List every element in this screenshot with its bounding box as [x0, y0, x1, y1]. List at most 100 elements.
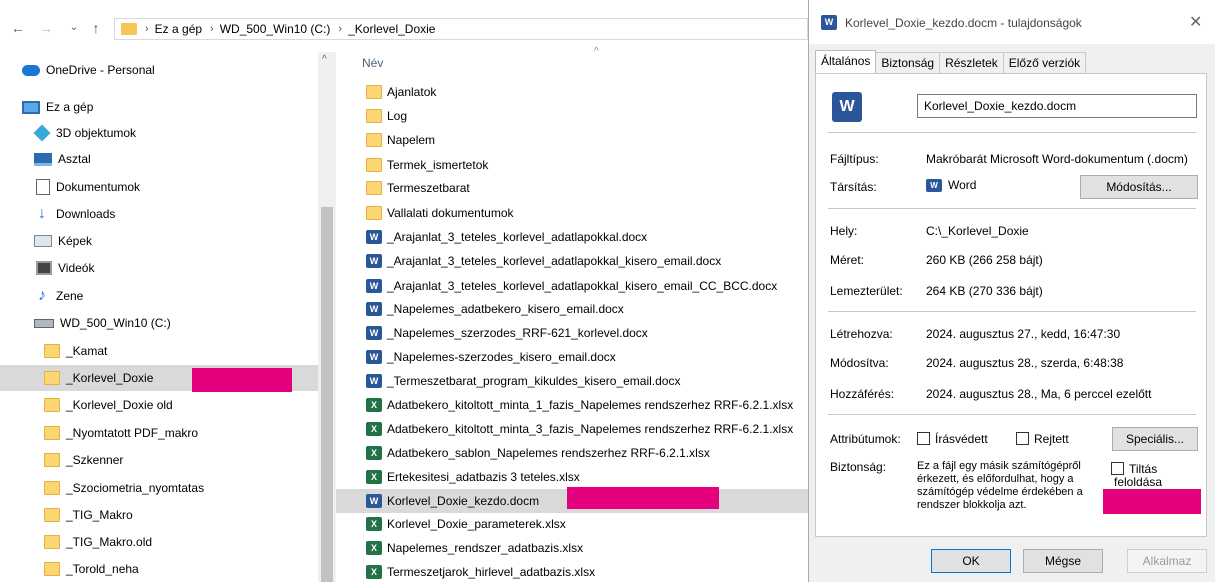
modified-value: 2024. augusztus 28., szerda, 6:48:38 [926, 356, 1124, 370]
redaction-bar [192, 368, 292, 392]
tab-general[interactable]: Általános [815, 50, 877, 74]
column-header-name[interactable]: Név [362, 56, 383, 70]
word-file-icon: W [366, 254, 382, 268]
folder-icon [366, 85, 382, 99]
tab-previous-versions[interactable]: Előző verziók [1002, 52, 1087, 74]
file-row[interactable]: X Adatbekero_sablon_Napelemes rendszerhez… [336, 441, 808, 465]
filetype-value: Makróbarát Microsoft Word-dokumentum (.d… [926, 152, 1188, 166]
nav-item-downloads[interactable]: ↓ Downloads [0, 201, 318, 227]
folder-icon [44, 508, 60, 522]
file-row[interactable]: X Adatbekero_kitoltott_minta_1_fazis_Nape… [336, 393, 808, 417]
size-value: 260 KB (266 258 bájt) [926, 253, 1043, 267]
file-row[interactable]: W _Napelemes_adatbekero_kisero_email.docx [336, 297, 808, 321]
location-value: C:\_Korlevel_Doxie [926, 224, 1029, 238]
chevron-right-icon[interactable]: › [210, 23, 214, 35]
nav-item-folder[interactable]: _Szociometria_nyomtatas [0, 475, 318, 501]
file-row[interactable]: Ajanlatok [336, 80, 808, 104]
readonly-checkbox[interactable] [917, 432, 930, 445]
file-name: Napelem [387, 133, 436, 147]
drive-icon [34, 318, 54, 328]
up-arrow-icon[interactable]: ↑ [88, 20, 104, 36]
file-row[interactable]: W _Arajanlat_3_teteles_korlevel_adatlapok… [336, 225, 808, 249]
word-document-icon: W [832, 92, 862, 122]
cancel-button[interactable]: Mégse [1023, 549, 1103, 573]
file-row[interactable]: Napelem [336, 128, 808, 152]
nav-item-documents[interactable]: Dokumentumok [0, 174, 318, 200]
file-row[interactable]: X Korlevel_Doxie_parameterek.xlsx [336, 512, 808, 536]
unblock-label-line2[interactable]: feloldása [1114, 475, 1162, 489]
ok-button[interactable]: OK [931, 549, 1011, 573]
breadcrumb-folder[interactable]: _Korlevel_Doxie [348, 22, 435, 36]
divider [828, 414, 1196, 415]
nav-item-videos[interactable]: Videók [0, 255, 318, 281]
file-row[interactable]: X Napelemes_rendszer_adatbazis.xlsx [336, 536, 808, 560]
unblock-label-line1[interactable]: Tiltás [1129, 462, 1157, 476]
back-arrow-icon[interactable]: ← [10, 20, 26, 36]
nav-item-folder[interactable]: _Kamat [0, 338, 318, 364]
tab-details[interactable]: Részletek [939, 52, 1004, 74]
nav-item-folder[interactable]: _TIG_Makro.old [0, 529, 318, 555]
word-file-icon: W [366, 230, 382, 244]
nav-item-onedrive[interactable]: OneDrive - Personal [0, 57, 318, 83]
unblock-checkbox[interactable] [1111, 462, 1124, 475]
file-name: Adatbekero_kitoltott_minta_3_fazis_Napel… [387, 422, 794, 436]
file-row[interactable]: Log [336, 104, 808, 128]
word-file-icon: W [366, 374, 382, 388]
nav-item-label: WD_500_Win10 (C:) [60, 316, 171, 330]
hidden-label[interactable]: Rejtett [1034, 432, 1069, 446]
nav-item-drive-c[interactable]: WD_500_Win10 (C:) [0, 310, 318, 336]
file-row[interactable]: W _Napelemes_szerzodes_RRF-621_korlevel.d… [336, 321, 808, 345]
word-file-icon: W [821, 15, 837, 30]
chevron-right-icon[interactable]: › [338, 23, 342, 35]
advanced-button[interactable]: Speciális... [1112, 427, 1198, 451]
file-name: Termek_ismertetok [387, 158, 489, 172]
file-row[interactable]: W _Arajanlat_3_teteles_korlevel_adatlapok… [336, 249, 808, 273]
scrollbar-thumb[interactable] [321, 207, 333, 582]
nav-item-this-pc[interactable]: Ez a gép [0, 94, 318, 120]
scroll-up-icon[interactable]: ^ [322, 54, 327, 65]
breadcrumb-drive[interactable]: WD_500_Win10 (C:) [220, 22, 331, 36]
recent-chevron-icon[interactable]: ⌄ [66, 20, 82, 36]
breadcrumb-this-pc[interactable]: Ez a gép [155, 22, 202, 36]
nav-item-desktop[interactable]: Asztal [0, 146, 318, 172]
nav-item-folder[interactable]: _TIG_Makro [0, 502, 318, 528]
document-icon [36, 179, 50, 195]
file-row[interactable]: X Ertekesitesi_adatbazis 3 teteles.xlsx [336, 465, 808, 489]
dialog-title-bar[interactable]: W Korlevel_Doxie_kezdo.docm - tulajdonsá… [809, 0, 1215, 44]
file-row[interactable]: W _Arajanlat_3_teteles_korlevel_adatlapok… [336, 274, 808, 298]
tab-security[interactable]: Biztonság [875, 52, 941, 74]
close-icon[interactable]: ✕ [1189, 12, 1202, 32]
file-name: Korlevel_Doxie_parameterek.xlsx [387, 517, 566, 531]
nav-item-folder[interactable]: _Korlevel_Doxie old [0, 392, 318, 418]
chevron-right-icon[interactable]: › [145, 23, 149, 35]
nav-item-pictures[interactable]: Képek [0, 228, 318, 254]
apply-button[interactable]: Alkalmaz [1127, 549, 1207, 573]
nav-item-folder[interactable]: _Torold_neha [0, 556, 318, 582]
address-bar-row: ← → ⌄ ↑ › Ez a gép › WD_500_Win10 (C:) ›… [0, 0, 808, 46]
properties-dialog: W Korlevel_Doxie_kezdo.docm - tulajdonsá… [808, 0, 1215, 582]
nav-item-label: Videók [58, 261, 95, 275]
file-row[interactable]: Termek_ismertetok [336, 153, 808, 177]
nav-item-folder[interactable]: _Nyomtatott PDF_makro [0, 420, 318, 446]
nav-scrollbar[interactable]: ^ [318, 52, 336, 582]
file-row[interactable]: W _Napelemes-szerzodes_kisero_email.docx [336, 345, 808, 369]
readonly-label[interactable]: Írásvédett [935, 432, 988, 446]
file-row[interactable]: X Termeszetjarok_hirlevel_adatbazis.xlsx [336, 560, 808, 582]
forward-arrow-icon[interactable]: → [38, 20, 54, 36]
file-row[interactable]: W _Termeszetbarat_program_kikuldes_kisero… [336, 369, 808, 393]
address-box[interactable]: › Ez a gép › WD_500_Win10 (C:) › _Korlev… [114, 18, 808, 40]
hidden-checkbox[interactable] [1016, 432, 1029, 445]
file-row[interactable]: Termeszetbarat [336, 176, 808, 200]
folder-icon [366, 181, 382, 195]
file-row[interactable]: Vallalati dokumentumok [336, 201, 808, 225]
nav-item-3d-objects[interactable]: 3D objektumok [0, 120, 318, 146]
change-button[interactable]: Módosítás... [1080, 175, 1198, 199]
security-warning-text: Ez a fájl egy másik számítógépről érkeze… [917, 460, 1083, 511]
accessed-label: Hozzáférés: [830, 387, 895, 401]
filename-field[interactable]: Korlevel_Doxie_kezdo.docm [917, 94, 1197, 118]
nav-item-music[interactable]: ♪ Zene [0, 283, 318, 309]
file-row[interactable]: X Adatbekero_kitoltott_minta_3_fazis_Nape… [336, 417, 808, 441]
nav-item-folder[interactable]: _Szkenner [0, 447, 318, 473]
excel-file-icon: X [366, 398, 382, 412]
file-name: _Termeszetbarat_program_kikuldes_kisero_… [387, 374, 681, 388]
